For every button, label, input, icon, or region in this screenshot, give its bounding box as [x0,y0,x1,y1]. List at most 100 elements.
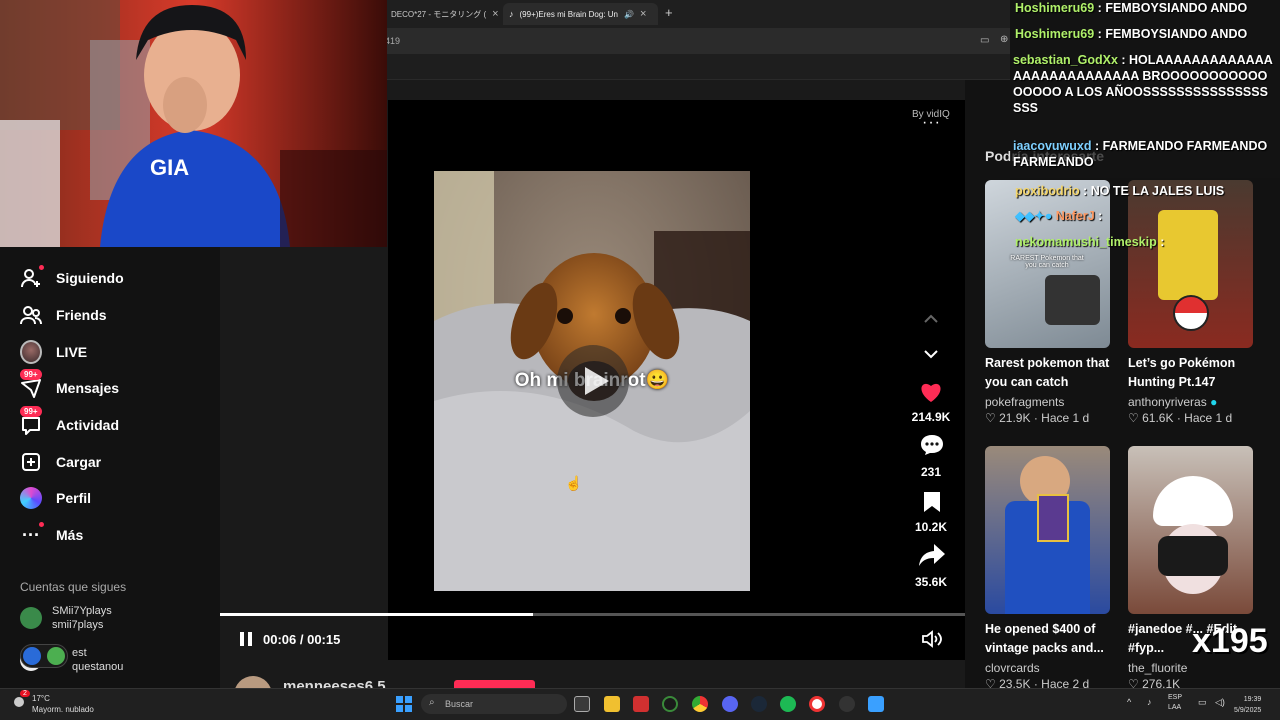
file-explorer-icon[interactable] [604,696,620,712]
following-section-title: Cuentas que sigues [20,580,127,594]
followed-account[interactable]: SMii7Yplays smii7plays [20,604,112,632]
sidebar-item-label: LIVE [56,344,88,360]
video-title[interactable]: Let’s go Pokémon Hunting Pt.147 [1128,354,1263,392]
more-icon: ··· [20,522,44,546]
video-thumbnail[interactable] [985,446,1110,614]
new-tab-icon[interactable]: + [665,5,673,20]
video-author[interactable]: anthonyriveras ● [1128,395,1217,409]
thumbnail-text: RAREST Pokemon that you can catch [1010,255,1084,269]
tab-title: (99+)Eres mi Brain Dog: Un [519,9,618,19]
sidebar-item-label: Friends [56,307,107,323]
sidebar-item-friends[interactable]: Friends [20,300,107,330]
close-icon[interactable]: × [492,8,498,20]
video-thumbnail[interactable]: RAREST Pokemon that you can catch [985,180,1110,348]
app-icon[interactable] [662,696,678,712]
weather-icon[interactable]: 2 [12,690,30,708]
more-options-icon[interactable]: ··· [922,114,941,132]
video-title[interactable]: Rarest pokemon that you can catch [985,354,1120,392]
cursor-icon: ☝ [565,475,583,491]
video-author[interactable]: the_fluorite [1128,661,1187,675]
video-timecode: 00:06 / 00:15 [263,632,341,647]
webcam-overlay: GIA [0,0,387,247]
volume-tray-icon[interactable]: ◁) [1215,697,1225,708]
friends-icon [20,304,42,326]
video-meta: ♡ 61.6K · Hace 1 d [1128,411,1233,425]
video-author[interactable]: clovrcards [985,661,1040,675]
sidebar-item-profile[interactable]: Perfil [20,483,91,513]
sidebar-item-activity[interactable]: 99+ Actividad [20,406,119,440]
zoom-icon[interactable]: ⊕ [1000,34,1008,45]
sidebar-item-label: Mensajes [56,380,120,396]
sidebar-item-following[interactable]: Siguiendo [20,263,124,293]
bookmark-icon[interactable] [923,491,941,518]
video-age: Hace 1 d [1184,411,1233,425]
share-icon[interactable] [918,543,946,572]
chevron-up-icon[interactable] [922,312,940,330]
chat-message: Hoshimeru69 : FEMBOYSIANDO ANDO [1015,1,1248,15]
activity-icon: 99+ [20,406,42,436]
notification-badge: 99+ [20,369,42,380]
sidebar-item-upload[interactable]: Cargar [20,447,101,477]
account-name: SMii7Yplays [52,605,112,617]
following-icon [20,265,44,289]
chrome-icon[interactable] [692,696,708,712]
chat-user: iaacovuwuxd [1013,139,1092,153]
browser-tab-active[interactable]: ♪ (99+)Eres mi Brain Dog: Un 🔊 × [503,3,658,25]
taskbar-search[interactable]: ⌕ Buscar [421,694,567,714]
sidebar-item-live[interactable]: LIVE [20,337,87,367]
pause-icon[interactable] [238,631,254,647]
upload-icon [20,451,42,473]
like-count: 21.9K [999,411,1031,425]
tray-chevron-icon[interactable]: ^ [1127,697,1131,707]
language-indicator[interactable]: ESP LAA [1168,693,1192,713]
clock-time: 19:39 [1243,696,1262,703]
notepad-icon[interactable] [868,696,884,712]
chat-user: sebastian_GodXx [1013,53,1118,67]
steam-icon[interactable] [751,696,767,712]
chat-user: Hoshimeru69 [1015,27,1095,41]
taskbar-clock[interactable]: 19:39 5/9/2025 [1234,694,1261,716]
opera-icon[interactable] [809,696,825,712]
weather-desc: Mayorm. nublado [32,705,94,714]
close-icon[interactable]: × [640,8,646,20]
task-view-icon[interactable] [574,696,590,712]
clock-date: 5/9/2025 [1234,707,1262,714]
heart-outline-icon: ♡ [985,411,996,425]
chat-text: FEMBOYSIANDO ANDO [1105,1,1248,15]
video-thumbnail[interactable] [1128,180,1253,348]
chat-message: ◆◆✦● NaferJ : [1015,209,1103,223]
author-handle: anthonyriveras [1128,395,1207,409]
comment-icon[interactable] [920,434,944,461]
stream-overlay-toggle [20,644,68,668]
sidebar-item-more[interactable]: ··· Más [20,520,83,550]
play-icon[interactable] [557,345,629,417]
live-avatar-icon [20,340,42,364]
account-handle: questanou [72,661,124,673]
obs-icon[interactable] [839,696,855,712]
windows-start-icon[interactable] [396,696,412,712]
network-icon[interactable]: ▭ [1198,697,1207,708]
video-title[interactable]: He opened $400 of vintage packs and... [985,620,1120,658]
video-author[interactable]: pokefragments [985,395,1064,409]
spotify-icon[interactable] [780,696,796,712]
volume-icon[interactable] [921,630,943,653]
tab-title: DECO*27 - モニタリング ( [391,9,487,19]
video-thumbnail[interactable] [1128,446,1253,614]
account-handle: smii7plays [52,619,104,631]
app-icon[interactable] [633,696,649,712]
weather-widget[interactable]: 17°C Mayorm. nublado [32,693,94,715]
speaker-icon[interactable]: 🔊 [624,10,634,19]
mic-icon[interactable]: ♪ [1147,697,1152,707]
cast-icon[interactable]: ▭ [980,35,989,46]
chat-message: poxibodrio : NO TE LA JALES LUIS [1015,184,1225,198]
account-name: est [72,647,87,659]
discord-icon[interactable] [722,696,738,712]
like-heart-icon[interactable] [919,381,943,408]
svg-text:GIA: GIA [150,155,189,180]
chevron-down-icon[interactable] [922,347,940,365]
chat-user: NaferJ [1055,209,1095,223]
sidebar-item-messages[interactable]: 99+ Mensajes [20,369,120,403]
heart-outline-icon: ♡ [1128,411,1139,425]
sidebar-item-label: Más [56,527,84,543]
browser-tab[interactable]: DECO*27 - モニタリング ( × [385,3,501,25]
